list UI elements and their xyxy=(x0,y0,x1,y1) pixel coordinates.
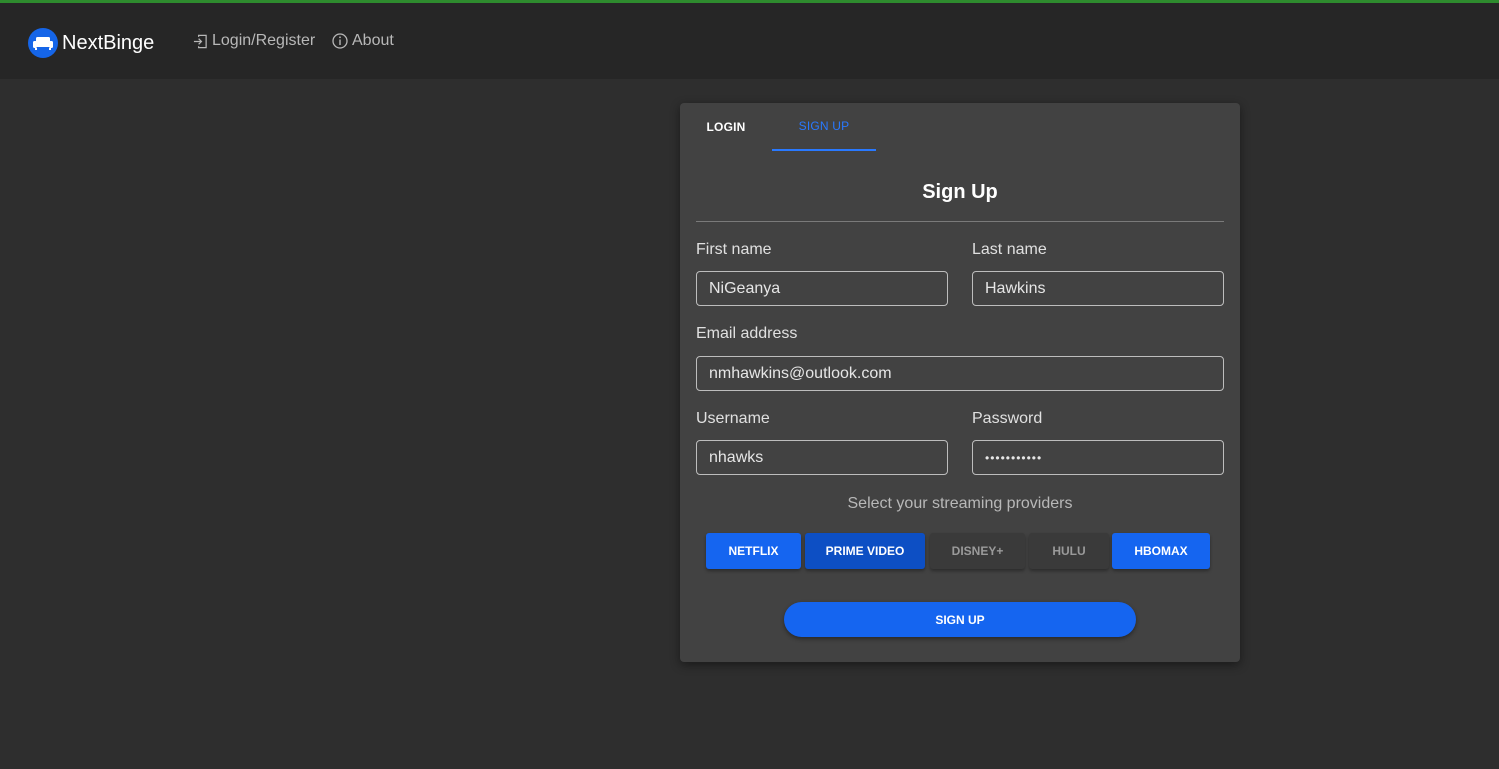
password-field[interactable] xyxy=(972,440,1224,475)
form-divider xyxy=(696,221,1224,222)
last-name-field[interactable] xyxy=(972,271,1224,306)
nav-login-register-label: Login/Register xyxy=(212,32,316,49)
provider-disney-plus-toggle[interactable]: DISNEY+ xyxy=(930,533,1025,569)
nav-about-label: About xyxy=(352,32,394,49)
tab-sign-up[interactable]: SIGN UP xyxy=(772,103,876,151)
info-icon xyxy=(332,33,348,49)
provider-prime-video-toggle[interactable]: PRIME VIDEO xyxy=(805,533,925,569)
form-title: Sign Up xyxy=(922,181,998,203)
brand-name: NextBinge xyxy=(62,31,155,54)
login-icon xyxy=(193,34,207,48)
provider-hbomax-toggle[interactable]: HBOMAX xyxy=(1112,533,1210,569)
first-name-field[interactable] xyxy=(696,271,948,306)
email-label: Email address xyxy=(696,325,798,342)
email-field[interactable] xyxy=(696,356,1224,391)
sign-up-button[interactable]: SIGN UP xyxy=(784,602,1136,637)
username-field[interactable] xyxy=(696,440,948,475)
tab-login[interactable]: LOGIN xyxy=(680,103,772,151)
nav-about-link[interactable]: About xyxy=(332,32,394,50)
auth-card: LOGIN SIGN UP Sign Up First name Last na… xyxy=(680,103,1240,662)
last-name-label: Last name xyxy=(972,241,1047,258)
navbar: NextBinge Login/Register About xyxy=(0,3,1499,79)
nav-login-register-link[interactable]: Login/Register xyxy=(193,32,315,50)
brand[interactable]: NextBinge xyxy=(28,28,154,58)
couch-icon xyxy=(28,28,58,58)
first-name-label: First name xyxy=(696,241,772,258)
auth-tabs: LOGIN SIGN UP xyxy=(680,103,1240,151)
providers-title: Select your streaming providers xyxy=(847,495,1073,512)
provider-hulu-toggle[interactable]: HULU xyxy=(1029,533,1109,569)
password-label: Password xyxy=(972,410,1043,427)
username-label: Username xyxy=(696,410,770,427)
provider-netflix-toggle[interactable]: NETFLIX xyxy=(706,533,801,569)
